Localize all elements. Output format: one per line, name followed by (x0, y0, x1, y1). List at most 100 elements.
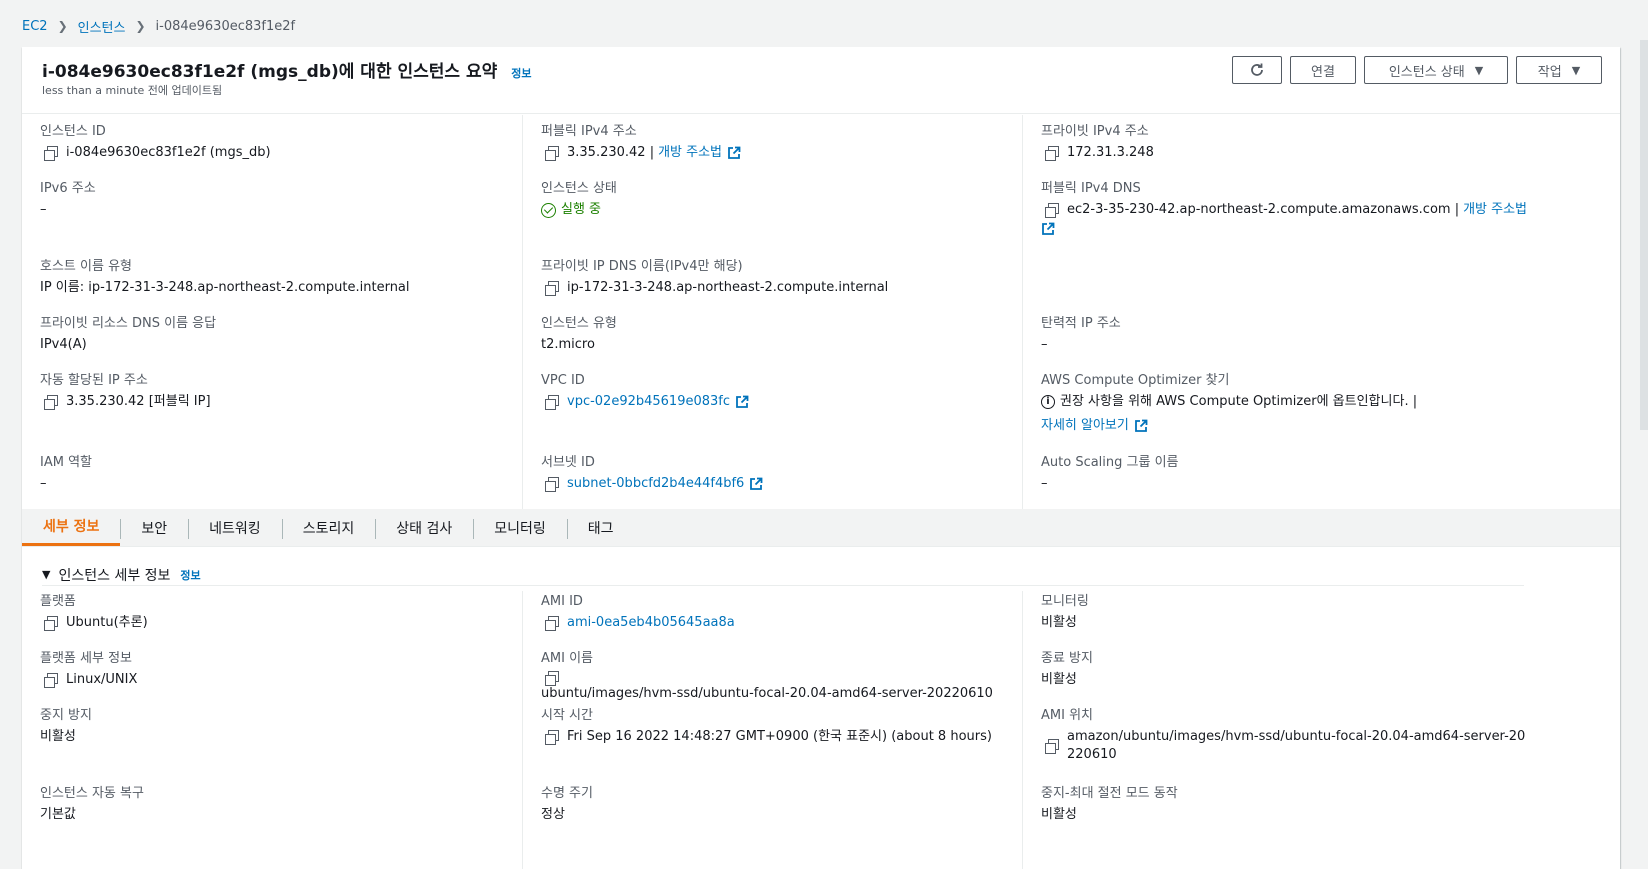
open-address-link[interactable]: 개방 주소법 (658, 144, 722, 162)
asg-name-value: – (1041, 476, 1048, 491)
monitoring-value: 비활성 (1041, 615, 1077, 630)
lifecycle-value: 정상 (541, 807, 565, 822)
instance-id-value: i-084e9630ec83f1e2f (mgs_db) (66, 145, 271, 160)
field-instance-type: 인스턴스 유형 t2.micro (541, 315, 1012, 354)
open-address-link[interactable]: 개방 주소법 (1463, 201, 1527, 219)
field-value: Linux/UNIX (40, 671, 512, 689)
breadcrumb-ec2-link[interactable]: EC2 (22, 19, 48, 34)
breadcrumb: EC2 ❯ 인스턴스 ❯ i-084e9630ec83f1e2f (22, 16, 295, 36)
field-value: subnet-0bbcfd2b4e44f4bf6 (541, 475, 1012, 493)
copy-icon[interactable] (44, 395, 58, 410)
tab-monitoring[interactable]: 모니터링 (473, 509, 567, 546)
field-instance-id: 인스턴스 ID i-084e9630ec83f1e2f (mgs_db) (40, 123, 512, 162)
tab-networking[interactable]: 네트워킹 (188, 509, 282, 546)
instance-details-section: ▼ 인스턴스 세부 정보 정보 플랫폼 Ubuntu(추론) 플랫폼 세부 정보… (22, 547, 1620, 869)
summary-column-2: 퍼블릭 IPv4 주소 3.35.230.42 | 개방 주소법 인스턴스 상태… (522, 115, 1022, 531)
copy-icon[interactable] (1045, 146, 1059, 161)
chevron-right-icon: ❯ (135, 19, 146, 33)
external-link-icon[interactable] (735, 395, 749, 409)
breadcrumb-instances-link[interactable]: 인스턴스 (78, 17, 126, 36)
tab-storage[interactable]: 스토리지 (281, 509, 376, 546)
field-hostname-type: 호스트 이름 유형 IP 이름: ip-172-31-3-248.ap-nort… (40, 258, 512, 297)
details-column-1: 플랫폼 Ubuntu(추론) 플랫폼 세부 정보 Linux/UNIX 중지 방… (22, 591, 522, 869)
field-label: AMI 위치 (1041, 708, 1093, 723)
tab-tags[interactable]: 태그 (566, 509, 635, 546)
field-label: Auto Scaling 그룹 이름 (1041, 455, 1179, 470)
field-label: VPC ID (541, 373, 585, 388)
field-stop-protection: 중지 방지 비활성 (40, 707, 512, 746)
field-asg-name: Auto Scaling 그룹 이름 – (1041, 454, 1532, 493)
check-circle-icon (541, 202, 556, 218)
private-ipv4-value: 172.31.3.248 (1067, 145, 1154, 160)
instance-state-dropdown[interactable]: 인스턴스 상태 ▼ (1364, 56, 1508, 84)
field-private-ipv4: 프라이빗 IPv4 주소 172.31.3.248 (1041, 123, 1532, 162)
field-private-dns-answer: 프라이빗 리소스 DNS 이름 응답 IPv4(A) (40, 315, 512, 354)
instance-state-value: 실행 중 (561, 202, 602, 217)
ami-id-link[interactable]: ami-0ea5eb4b05645aa8a (567, 614, 735, 632)
copy-icon[interactable] (545, 395, 559, 410)
info-link[interactable]: 정보 (511, 65, 531, 81)
field-value: ec2-3-35-230-42.ap-northeast-2.compute.a… (1041, 201, 1532, 236)
field-ipv6: IPv6 주소 – (40, 180, 512, 219)
actions-dropdown[interactable]: 작업 ▼ (1516, 56, 1602, 84)
copy-icon[interactable] (44, 146, 58, 161)
copy-icon[interactable] (44, 673, 58, 688)
tab-status-checks[interactable]: 상태 검사 (375, 509, 473, 546)
copy-icon[interactable] (545, 477, 559, 492)
elastic-ip-value: – (1041, 337, 1048, 352)
public-dns-value: ec2-3-35-230-42.ap-northeast-2.compute.a… (1067, 202, 1460, 217)
field-label: 퍼블릭 IPv4 DNS (1041, 181, 1141, 196)
external-link-icon[interactable] (749, 477, 763, 491)
ipv6-value: – (40, 202, 47, 217)
instance-type-value: t2.micro (541, 337, 595, 352)
vpc-id-link[interactable]: vpc-02e92b45619e083fc (567, 393, 730, 411)
copy-icon[interactable] (545, 146, 559, 161)
field-platform-details: 플랫폼 세부 정보 Linux/UNIX (40, 650, 512, 689)
field-label: 중지-최대 절전 모드 동작 (1041, 786, 1178, 801)
stop-hibernate-value: 비활성 (1041, 807, 1077, 822)
tab-details[interactable]: 세부 정보 (22, 509, 121, 546)
iam-role-value: – (40, 476, 47, 491)
field-monitoring: 모니터링 비활성 (1041, 593, 1532, 632)
copy-icon[interactable] (545, 671, 559, 686)
platform-value: Ubuntu(추론) (66, 615, 148, 630)
copy-icon[interactable] (545, 616, 559, 631)
field-ami-location: AMI 위치 amazon/ubuntu/images/hvm-ssd/ubun… (1041, 707, 1532, 764)
refresh-button[interactable] (1232, 56, 1282, 84)
platform-details-value: Linux/UNIX (66, 672, 138, 687)
copy-icon[interactable] (1045, 203, 1059, 218)
field-value: 172.31.3.248 (1041, 144, 1532, 162)
page-scrollbar[interactable] (1640, 40, 1648, 430)
section-header[interactable]: ▼ 인스턴스 세부 정보 정보 (42, 564, 1524, 586)
field-value: Ubuntu(추론) (40, 614, 512, 632)
field-label: AWS Compute Optimizer 찾기 (1041, 373, 1230, 388)
field-ami-name: AMI 이름 ubuntu/images/hvm-ssd/ubuntu-foca… (541, 650, 1012, 703)
breadcrumb-current: i-084e9630ec83f1e2f (155, 18, 296, 34)
subnet-id-link[interactable]: subnet-0bbcfd2b4e44f4bf6 (567, 475, 744, 493)
launch-time-value: Fri Sep 16 2022 14:48:27 GMT+0900 (한국 표준… (567, 729, 992, 744)
field-label: 탄력적 IP 주소 (1041, 316, 1121, 331)
field-label: 인스턴스 자동 복구 (40, 786, 144, 801)
copy-icon[interactable] (545, 281, 559, 296)
field-elastic-ip: 탄력적 IP 주소 – (1041, 315, 1532, 354)
learn-more-link[interactable]: 자세히 알아보기 (1041, 417, 1129, 435)
external-link-icon[interactable] (1041, 222, 1055, 236)
connect-button[interactable]: 연결 (1290, 56, 1356, 84)
field-launch-time: 시작 시간 Fri Sep 16 2022 14:48:27 GMT+0900 … (541, 707, 1012, 746)
copy-icon[interactable] (1045, 739, 1059, 754)
field-auto-recovery: 인스턴스 자동 복구 기본값 (40, 785, 512, 824)
info-link[interactable]: 정보 (180, 567, 200, 583)
summary-grid: 인스턴스 ID i-084e9630ec83f1e2f (mgs_db) IPv… (22, 115, 1620, 531)
termination-protection-value: 비활성 (1041, 672, 1077, 687)
copy-icon[interactable] (44, 616, 58, 631)
external-link-icon[interactable] (1134, 419, 1148, 433)
external-link-icon[interactable] (727, 146, 741, 160)
field-vpc-id: VPC ID vpc-02e92b45619e083fc (541, 372, 1012, 411)
field-value: Fri Sep 16 2022 14:48:27 GMT+0900 (한국 표준… (541, 728, 1012, 746)
summary-column-3: 프라이빗 IPv4 주소 172.31.3.248 퍼블릭 IPv4 DNS e… (1022, 115, 1542, 531)
copy-icon[interactable] (545, 730, 559, 745)
tab-security[interactable]: 보안 (120, 509, 188, 546)
field-public-ipv4: 퍼블릭 IPv4 주소 3.35.230.42 | 개방 주소법 (541, 123, 1012, 162)
field-label: 모니터링 (1041, 594, 1089, 609)
caret-down-icon[interactable]: ▼ (42, 568, 50, 581)
